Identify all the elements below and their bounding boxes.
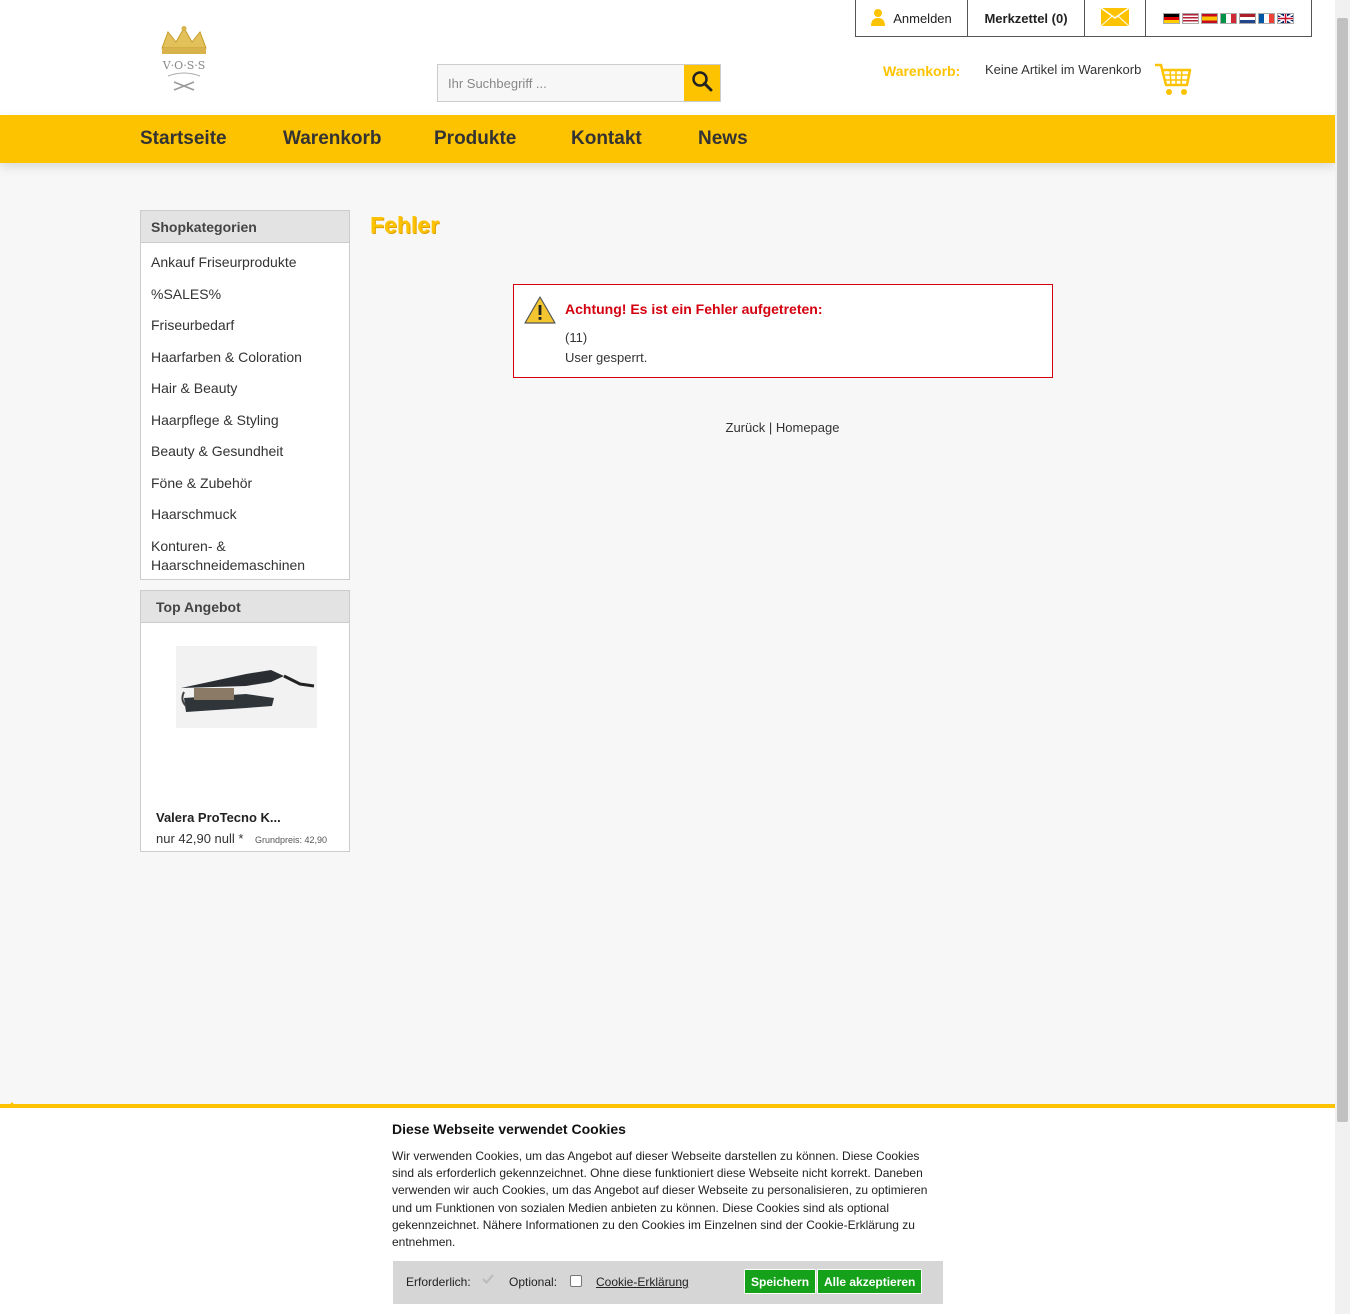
shop-categories-title: Shopkategorien <box>141 211 349 243</box>
site-header: V·O·S·S Anmelden Merkzettel (0) Ihr Such… <box>0 0 1335 115</box>
main-navigation: Startseite Warenkorb Produkte Kontakt Ne… <box>0 115 1335 163</box>
top-bar: Anmelden Merkzettel (0) <box>855 0 1312 37</box>
nav-kontakt[interactable]: Kontakt <box>571 128 642 150</box>
search-icon <box>691 70 713 97</box>
category-item[interactable]: Konturen- & Haarschneidemaschinen <box>141 531 331 582</box>
back-link[interactable]: Zurück <box>726 420 766 435</box>
category-item[interactable]: Föne & Zubehör <box>141 468 349 500</box>
scrollbar-thumb[interactable] <box>1337 18 1348 1122</box>
optional-checkbox[interactable] <box>570 1275 582 1287</box>
error-code: (11) <box>565 330 588 345</box>
envelope-icon <box>1100 6 1130 29</box>
language-flags <box>1146 0 1311 36</box>
link-separator: | <box>768 420 773 435</box>
category-item[interactable]: Hair & Beauty <box>141 373 349 405</box>
voss-logo[interactable]: V·O·S·S <box>148 26 220 94</box>
search-input[interactable] <box>438 65 684 101</box>
flag-nl-icon[interactable] <box>1239 12 1256 24</box>
warning-icon <box>524 296 556 329</box>
contact-mail-button[interactable] <box>1085 0 1146 36</box>
category-item[interactable]: Friseurbedarf <box>141 310 349 342</box>
category-list: Ankauf Friseurprodukte %SALES% Friseurbe… <box>141 243 349 582</box>
cart-icon[interactable] <box>1154 61 1192 104</box>
svg-text:V·O·S·S: V·O·S·S <box>162 59 206 72</box>
flag-es-icon[interactable] <box>1201 12 1218 24</box>
shop-categories-box: Shopkategorien Ankauf Friseurprodukte %S… <box>140 210 350 580</box>
category-item[interactable]: Haarschmuck <box>141 499 349 531</box>
top-offer-title: Top Angebot <box>141 591 349 623</box>
nav-news[interactable]: News <box>698 128 748 150</box>
cart-label: Warenkorb: <box>883 63 961 79</box>
error-title: Achtung! Es ist ein Fehler aufgetreten: <box>565 301 823 317</box>
category-item[interactable]: Beauty & Gesundheit <box>141 436 349 468</box>
scrollbar[interactable] <box>1335 0 1350 1314</box>
category-item[interactable]: Ankauf Friseurprodukte <box>141 247 349 279</box>
cookie-controls: Erforderlich: Optional: Cookie-Erklärung… <box>393 1261 943 1304</box>
cookie-policy-link[interactable]: Cookie-Erklärung <box>596 1275 689 1289</box>
accept-all-button[interactable]: Alle akzeptieren <box>817 1269 923 1294</box>
cookie-title: Diese Webseite verwendet Cookies <box>392 1121 626 1137</box>
flag-de-icon[interactable] <box>1163 12 1180 24</box>
product-base-price: Grundpreis: 42,90 <box>255 835 328 845</box>
nav-startseite[interactable]: Startseite <box>140 128 227 150</box>
back-links: Zurück | Homepage <box>0 420 1350 435</box>
search-button[interactable] <box>684 65 720 101</box>
flag-it-icon[interactable] <box>1220 12 1237 24</box>
nav-warenkorb[interactable]: Warenkorb <box>283 128 382 150</box>
top-offer-box: Top Angebot Valera ProTecno K... nur 42,… <box>140 590 350 852</box>
error-text: User gesperrt. <box>565 350 648 365</box>
flag-fr-icon[interactable] <box>1258 12 1275 24</box>
homepage-link[interactable]: Homepage <box>776 420 840 435</box>
optional-label: Optional: <box>509 1275 558 1289</box>
product-price: nur 42,90 null * <box>156 831 244 846</box>
wishlist-link[interactable]: Merkzettel (0) <box>968 0 1085 36</box>
flag-gb-icon[interactable] <box>1277 12 1294 24</box>
category-item[interactable]: Haarfarben & Coloration <box>141 342 349 374</box>
required-checkbox <box>482 1273 494 1288</box>
cookie-text: Wir verwenden Cookies, um das Angebot au… <box>392 1149 928 1250</box>
save-button[interactable]: Speichern <box>744 1269 817 1294</box>
user-icon <box>871 8 886 29</box>
cart-status[interactable]: Keine Artikel im Warenkorb <box>985 62 1141 77</box>
cookie-banner: Diese Webseite verwendet Cookies Wir ver… <box>0 1108 1335 1314</box>
page-title: Fehler <box>370 212 440 238</box>
category-item[interactable]: %SALES% <box>141 279 349 311</box>
nav-produkte[interactable]: Produkte <box>434 128 516 150</box>
flag-us-icon[interactable] <box>1182 12 1199 24</box>
error-message-box: Achtung! Es ist ein Fehler aufgetreten: … <box>513 284 1053 378</box>
product-name[interactable]: Valera ProTecno K... <box>156 810 281 825</box>
login-link[interactable]: Anmelden <box>856 0 968 36</box>
product-image[interactable] <box>176 646 317 728</box>
login-label: Anmelden <box>893 10 952 26</box>
search-form <box>437 64 721 102</box>
required-label: Erforderlich: <box>406 1275 471 1289</box>
